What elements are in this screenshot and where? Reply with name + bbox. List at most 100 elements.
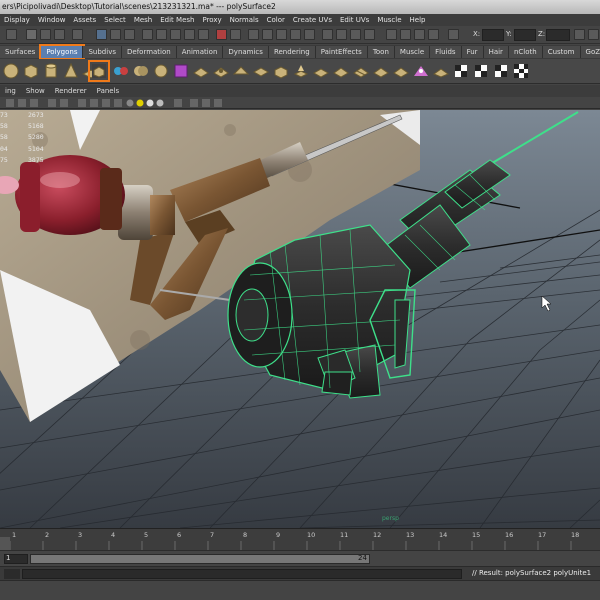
poly-cone-icon[interactable] — [62, 62, 80, 80]
cylindrical-mapping-icon[interactable] — [472, 62, 490, 80]
menu-mesh[interactable]: Mesh — [130, 16, 156, 24]
input-mode-icon[interactable] — [386, 29, 397, 40]
view-transform-icon[interactable] — [214, 99, 222, 107]
shelf-tab-painteffects[interactable]: PaintEffects — [315, 46, 368, 58]
shelf-tab-toon[interactable]: Toon — [367, 46, 395, 58]
boolean-union-icon[interactable] — [132, 62, 150, 80]
offset-edge-loop-icon[interactable] — [392, 62, 410, 80]
isolate-select-icon[interactable] — [174, 99, 182, 107]
highlight-selection-icon[interactable] — [230, 29, 241, 40]
select-by-hierarchy-icon[interactable] — [96, 29, 107, 40]
snap-grid-icon[interactable] — [72, 29, 83, 40]
lasso-tool-icon[interactable] — [40, 29, 51, 40]
time-slider[interactable]: 1 2 3 4 5 6 7 8 9 10 11 12 13 14 15 16 1… — [0, 528, 600, 551]
command-line[interactable]: // Result: polySurface2 polyUnite1 — [0, 566, 600, 580]
wireframe-on-shaded-icon[interactable] — [102, 99, 110, 107]
uv-texture-editor-icon[interactable] — [432, 62, 450, 80]
snap-to-grid-icon[interactable] — [248, 29, 259, 40]
menu-window[interactable]: Window — [34, 16, 70, 24]
shelf-tab-fur[interactable]: Fur — [461, 46, 484, 58]
panel-menu-panels[interactable]: Panels — [92, 87, 125, 95]
range-slider[interactable]: 1 24 — [0, 550, 600, 566]
y-field[interactable] — [514, 29, 536, 41]
select-by-component-icon[interactable] — [124, 29, 135, 40]
menu-create-uvs[interactable]: Create UVs — [289, 16, 336, 24]
shelf-tab-animation[interactable]: Animation — [176, 46, 224, 58]
menu-muscle[interactable]: Muscle — [373, 16, 405, 24]
shelf-tab-hair[interactable]: Hair — [483, 46, 509, 58]
paint-select-icon[interactable] — [54, 29, 65, 40]
mask-vertex-icon[interactable] — [142, 29, 153, 40]
flat-light-icon[interactable] — [156, 99, 164, 107]
relative-transform-icon[interactable] — [400, 29, 411, 40]
z-field[interactable] — [546, 29, 570, 41]
shelf-tab-muscle[interactable]: Muscle — [394, 46, 431, 58]
history-icon[interactable] — [322, 29, 333, 40]
render-frame-icon[interactable] — [336, 29, 347, 40]
panel-menu-show[interactable]: Show — [21, 87, 50, 95]
x-field[interactable] — [482, 29, 504, 41]
perspective-viewport[interactable]: 73 2673 58 5168 58 5280 04 5104 75 3875 … — [0, 110, 600, 528]
panel-menu-lighting[interactable]: ing — [0, 87, 21, 95]
split-polygon-icon[interactable] — [352, 62, 370, 80]
rename-icon[interactable] — [428, 29, 439, 40]
wireframe-icon[interactable] — [78, 99, 86, 107]
menu-select[interactable]: Select — [100, 16, 130, 24]
menu-color[interactable]: Color — [263, 16, 289, 24]
quadrangulate-icon[interactable] — [252, 62, 270, 80]
shelf-tab-custom[interactable]: Custom — [542, 46, 581, 58]
menu-edit-mesh[interactable]: Edit Mesh — [156, 16, 198, 24]
poly-cylinder-icon[interactable] — [42, 62, 60, 80]
absolute-transform-icon[interactable] — [414, 29, 425, 40]
command-input[interactable] — [22, 569, 462, 579]
select-by-object-icon[interactable] — [110, 29, 121, 40]
smooth-shade-icon[interactable] — [90, 99, 98, 107]
menu-edit-uvs[interactable]: Edit UVs — [336, 16, 373, 24]
menu-normals[interactable]: Normals — [226, 16, 263, 24]
save-scene-icon[interactable] — [6, 29, 17, 40]
panel-menu-renderer[interactable]: Renderer — [50, 87, 92, 95]
camera-icon[interactable] — [6, 99, 14, 107]
lock-camera-icon[interactable] — [18, 99, 26, 107]
ipr-render-icon[interactable] — [350, 29, 361, 40]
shelf-tab-fluids[interactable]: Fluids — [430, 46, 462, 58]
menu-help[interactable]: Help — [406, 16, 430, 24]
range-bar[interactable] — [30, 554, 370, 564]
separate-icon[interactable] — [112, 62, 130, 80]
mirror-geometry-icon[interactable] — [172, 62, 190, 80]
xray-joints-icon[interactable] — [202, 99, 210, 107]
sculpt-geometry-icon[interactable] — [412, 62, 430, 80]
mask-misc-icon[interactable] — [198, 29, 209, 40]
shadows-icon[interactable] — [190, 99, 198, 107]
fill-hole-icon[interactable] — [272, 62, 290, 80]
planar-mapping-icon[interactable] — [452, 62, 470, 80]
mel-toggle[interactable] — [4, 569, 20, 579]
bookmark-icon[interactable] — [30, 99, 38, 107]
triangulate-icon[interactable] — [232, 62, 250, 80]
transform-field-icon[interactable] — [448, 29, 459, 40]
shelf-tab-surfaces[interactable]: Surfaces — [0, 46, 42, 58]
snap-to-plane-icon[interactable] — [290, 29, 301, 40]
grid-toggle-icon[interactable] — [60, 99, 68, 107]
all-lights-icon[interactable] — [136, 99, 144, 107]
default-light-icon[interactable] — [126, 99, 134, 107]
smooth-icon[interactable] — [192, 62, 210, 80]
make-live-icon[interactable] — [304, 29, 315, 40]
reduce-icon[interactable] — [212, 62, 230, 80]
shelf-tab-deformation[interactable]: Deformation — [122, 46, 177, 58]
shelf-tab-gozbrush[interactable]: GoZBrush — [580, 46, 600, 58]
poly-sphere-icon[interactable] — [2, 62, 20, 80]
menu-proxy[interactable]: Proxy — [198, 16, 225, 24]
spherical-mapping-icon[interactable] — [492, 62, 510, 80]
poly-cube-icon[interactable] — [22, 62, 40, 80]
insert-edge-loop-icon[interactable] — [372, 62, 390, 80]
menu-display[interactable]: Display — [0, 16, 34, 24]
combine-icon[interactable] — [88, 60, 110, 82]
shelf-tab-ncloth[interactable]: nCloth — [508, 46, 543, 58]
attribute-editor-toggle-icon[interactable] — [588, 29, 599, 40]
lock-selection-icon[interactable] — [216, 29, 227, 40]
mask-edge-icon[interactable] — [156, 29, 167, 40]
append-polygon-icon[interactable] — [332, 62, 350, 80]
shelf-tab-dynamics[interactable]: Dynamics — [223, 46, 269, 58]
snap-to-curve-icon[interactable] — [262, 29, 273, 40]
